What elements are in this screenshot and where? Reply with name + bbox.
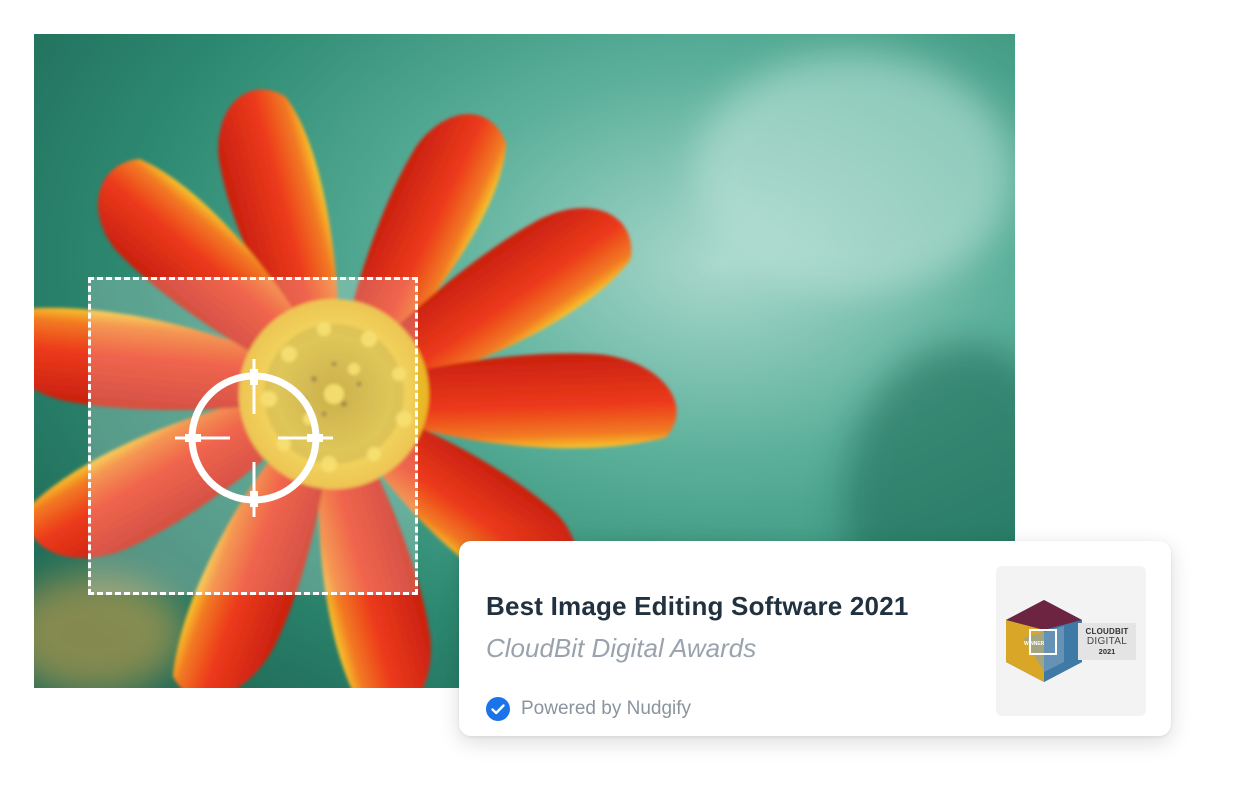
check-circle-icon — [486, 697, 510, 721]
badge-line1: CLOUDBIT — [1085, 627, 1129, 636]
award-card: Best Image Editing Software 2021 CloudBi… — [459, 541, 1171, 736]
award-title: Best Image Editing Software 2021 — [486, 591, 909, 621]
award-badge: WINNER CLOUDBIT DIGITAL 2021 — [996, 566, 1146, 716]
badge-label: CLOUDBIT DIGITAL 2021 — [1078, 623, 1136, 660]
badge-line2: DIGITAL — [1086, 636, 1128, 647]
powered-by: Powered by Nudgify — [486, 697, 691, 721]
badge-winner-text: WINNER — [1024, 641, 1045, 647]
crosshair-icon — [175, 359, 333, 517]
badge-line3: 2021 — [1098, 647, 1116, 656]
powered-by-text: Powered by Nudgify — [521, 698, 692, 719]
hero-stage: Best Image Editing Software 2021 CloudBi… — [0, 0, 1234, 792]
award-subtitle: CloudBit Digital Awards — [486, 633, 757, 663]
